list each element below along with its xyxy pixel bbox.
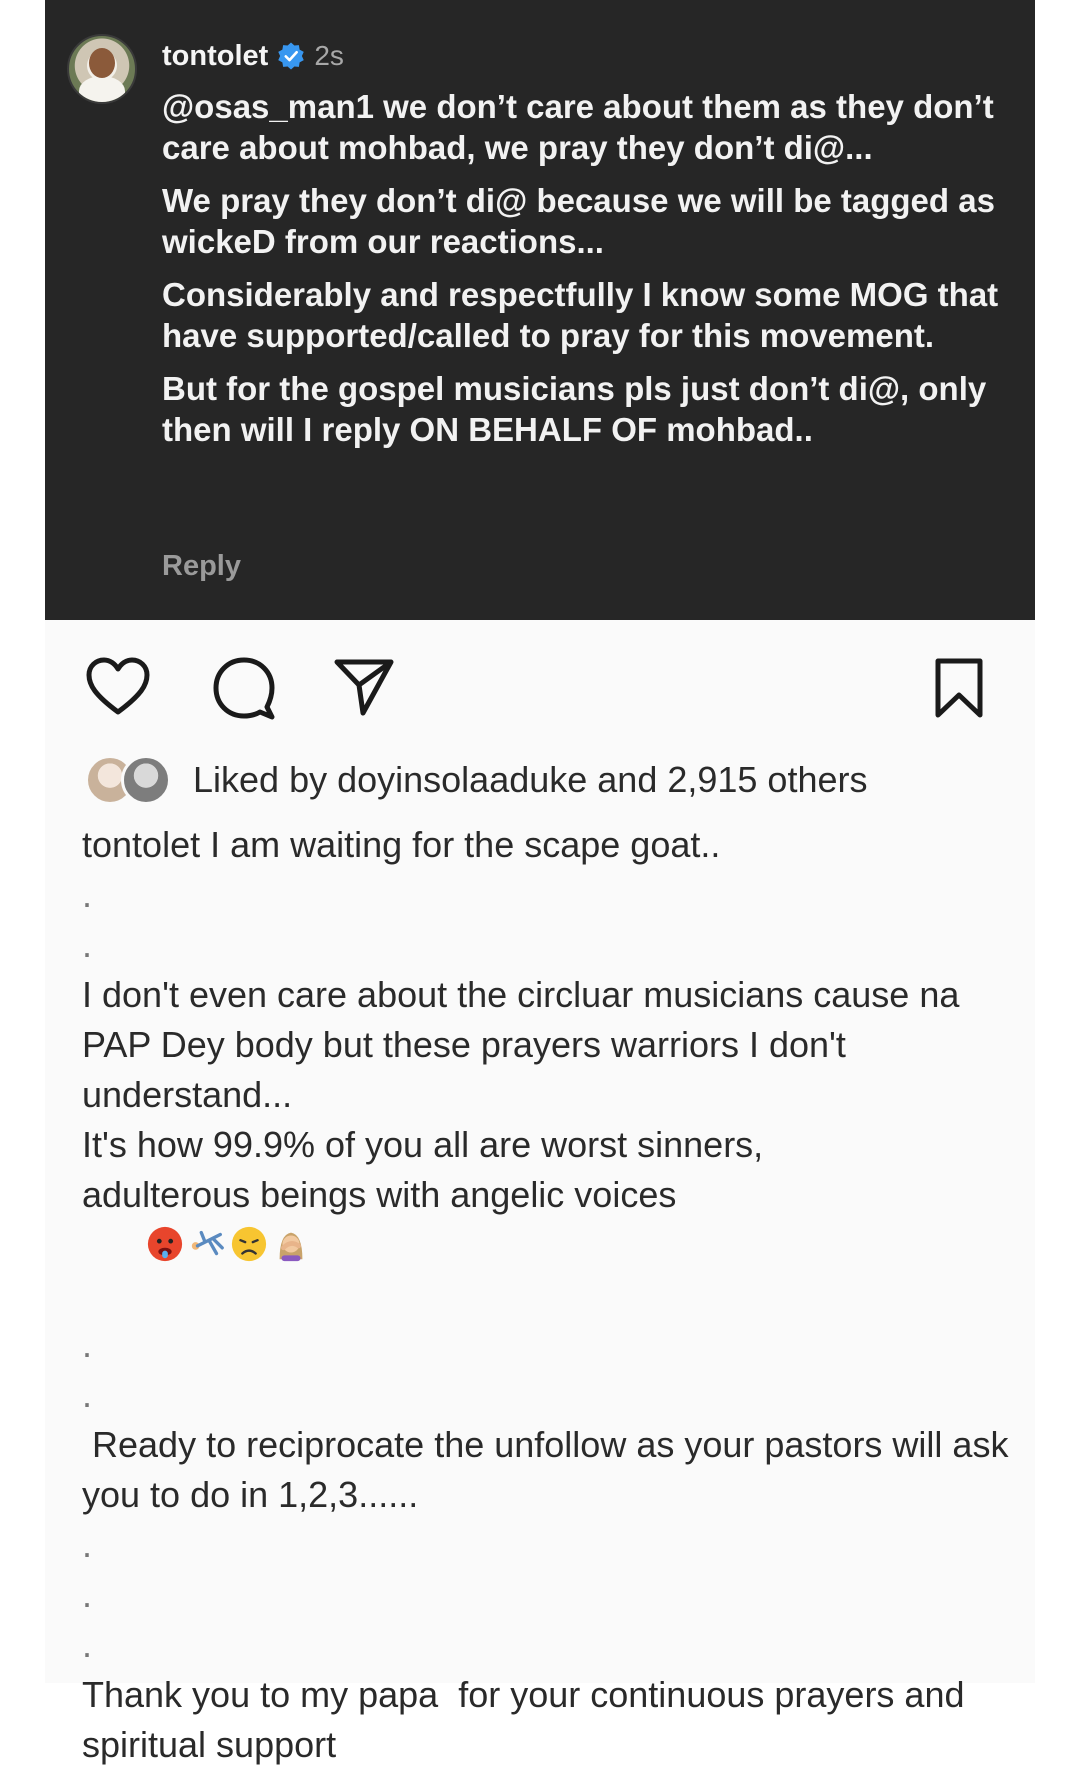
caption-line: Thank you to my papa for your continuous… [82,1674,985,1765]
comment-header: tontolet 2s [162,36,344,76]
caption-text: adulterous beings with angelic voices [82,1174,677,1215]
comment-icon[interactable] [211,655,277,721]
action-bar [45,655,1035,720]
comment-time: 2s [314,40,344,71]
caption-dot: . [82,1574,93,1615]
likes-count[interactable]: Liked by doyinsolaaduke and 2,915 others [193,759,868,801]
verified-badge-icon [278,42,305,70]
caption-line: adulterous beings with angelic voices [82,1170,1022,1320]
woman-facepalming-emoji-icon [279,1232,303,1262]
caption-dot: . [82,924,93,965]
caption-line: tontolet I am waiting for the scape goat… [82,824,721,865]
caption-line: I don't even care about the circluar mus… [82,974,970,1115]
post-caption: tontolet I am waiting for the scape goat… [82,820,1022,1770]
person-cartwheel-emoji-icon [191,1230,224,1256]
disappointed-face-emoji-icon [231,1226,267,1262]
caption-dot: . [82,1374,93,1415]
hot-face-emoji-icon [147,1226,183,1262]
caption-line: It's how 99.9% of you all are worst sinn… [82,1124,764,1165]
liker-avatar [121,755,171,805]
comment-paragraph: But for the gospel musicians pls just do… [162,370,987,448]
avatar-face [89,48,115,78]
avatar[interactable] [67,34,137,104]
comment-paragraph: Considerably and respectfully I know som… [162,276,999,354]
caption-line: Ready to reciprocate the unfollow as you… [82,1424,1019,1515]
comment-paragraph: We pray they don’t di@ because we will b… [162,182,995,260]
heart-icon[interactable] [85,657,151,717]
share-icon[interactable] [333,657,395,717]
reply-button[interactable]: Reply [162,550,241,583]
caption-dot: . [82,1524,93,1565]
post-page: tontolet 2s @osas_man1 we don’t care abo… [45,0,1035,1765]
comment-card: tontolet 2s @osas_man1 we don’t care abo… [45,0,1035,620]
avatar-body [79,76,125,102]
comment-paragraph: @osas_man1 we don’t care about them as t… [162,88,994,166]
comment-text: @osas_man1 we don’t care about them as t… [162,86,1022,462]
bookmark-icon[interactable] [933,657,985,719]
caption-dot: . [82,1324,93,1365]
likes-row[interactable]: Liked by doyinsolaaduke and 2,915 others [85,755,868,805]
comment-username[interactable]: tontolet [162,40,268,73]
caption-dot: . [82,874,93,915]
caption-dot: . [82,1624,93,1665]
